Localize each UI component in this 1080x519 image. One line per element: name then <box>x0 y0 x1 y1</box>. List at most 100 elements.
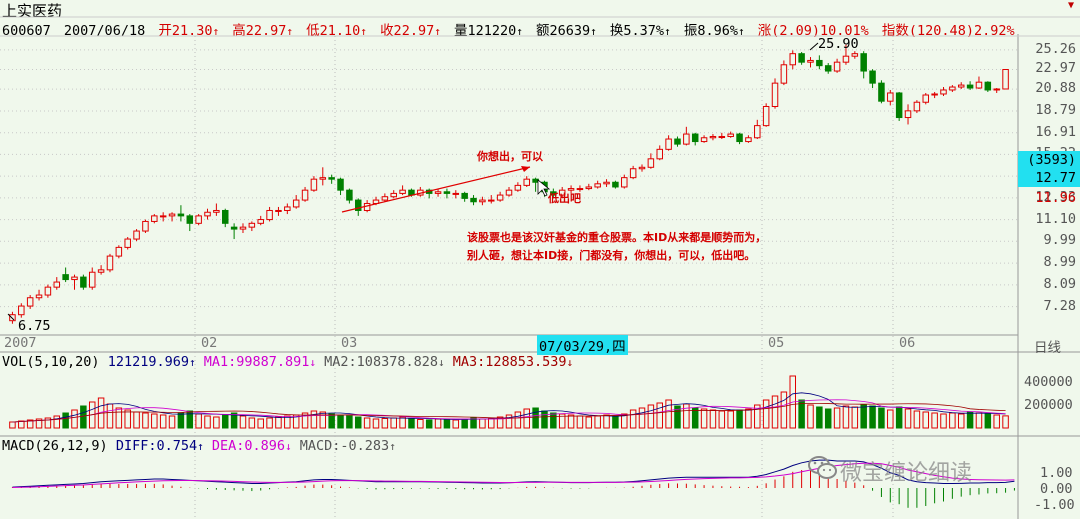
price-red-label: 11.96 <box>1035 190 1076 206</box>
volume-bar <box>106 403 114 429</box>
price-tick-label: 25.26 <box>1035 40 1076 57</box>
x-label-2007: 2007 <box>4 335 37 351</box>
candle-body <box>833 61 841 72</box>
candle-body <box>204 211 211 217</box>
candle-body <box>230 226 238 230</box>
candle-body <box>647 158 655 168</box>
volume-bar <box>248 417 256 429</box>
period-label[interactable]: 日线 <box>1034 336 1061 356</box>
current-price-box: (3593) 12.77 <box>1018 151 1080 187</box>
candle-body <box>523 178 530 186</box>
volume-ma1: MA1:99887.891 <box>203 354 310 370</box>
candle-body <box>727 133 734 138</box>
candle-body <box>346 189 353 201</box>
volume-bar <box>204 415 211 429</box>
volume-bar <box>328 413 335 429</box>
candle-body <box>301 189 309 201</box>
candle-body <box>665 138 672 150</box>
candle-body <box>35 294 43 299</box>
date-cursor: 07/03/29,四 <box>537 335 628 355</box>
high-label: 25.90 <box>818 36 859 52</box>
volume-header: VOL(5,10,20) 121219.969↑ MA1:99887.891↓ … <box>2 354 574 370</box>
volume-bar <box>363 417 371 429</box>
price-tick-label: 7.28 <box>1043 297 1076 314</box>
candle-body <box>638 166 646 170</box>
volume-bar <box>612 416 619 429</box>
volume-bar <box>9 421 16 429</box>
candle-body <box>133 230 140 240</box>
volume-bar <box>585 416 593 429</box>
volume-bar <box>346 415 353 429</box>
price-tick-label: 8.09 <box>1043 275 1076 292</box>
candle-body <box>97 269 105 273</box>
volume-bar <box>257 418 264 429</box>
candle-body <box>984 81 992 91</box>
volume-bar <box>833 407 841 429</box>
price-tick-label: 22.97 <box>1035 60 1076 77</box>
candle-body <box>789 53 797 66</box>
candle-body <box>931 93 938 96</box>
annotation-top: 你想出，可以 <box>477 150 543 163</box>
macd-axis-neg1: -1.00 <box>1034 497 1075 513</box>
candle-body <box>177 213 185 217</box>
volume-bar <box>842 405 850 429</box>
candle-body <box>585 186 593 190</box>
high-marker <box>809 42 819 51</box>
candle-body <box>895 92 903 119</box>
candle-body <box>142 220 149 232</box>
volume-bar <box>213 416 220 429</box>
volume-bar <box>452 419 460 429</box>
volume-bar <box>408 418 415 429</box>
candle-body <box>292 199 300 208</box>
candle-body <box>798 53 805 63</box>
price-tick-label: 18.79 <box>1035 101 1076 118</box>
volume-bar <box>355 416 362 429</box>
candle-body <box>399 189 406 194</box>
candle-body <box>966 84 974 89</box>
candle-body <box>26 297 34 307</box>
candle-body <box>328 177 335 180</box>
candle-body <box>824 65 832 72</box>
volume-bar <box>603 414 610 429</box>
candle-body <box>860 53 867 72</box>
price-tick-label: 16.91 <box>1035 123 1076 140</box>
candle-body <box>71 276 78 281</box>
candle-body <box>612 181 619 188</box>
volume-bar <box>984 413 992 429</box>
volume-bar <box>762 399 770 429</box>
annotation-low: 低出吧 <box>548 192 581 205</box>
candle-body <box>106 255 114 271</box>
x-label-05: 05 <box>768 335 785 351</box>
volume-bar <box>71 409 78 429</box>
candle-body <box>239 226 247 230</box>
volume-bar <box>887 409 894 429</box>
volume-bar <box>434 418 442 429</box>
candle-body <box>284 206 291 211</box>
volume-bar <box>115 407 123 429</box>
volume-bar <box>895 406 903 429</box>
candle-body <box>700 137 708 143</box>
volume-bar <box>62 412 69 429</box>
volume-bar <box>443 419 451 429</box>
price-tick-label: 8.99 <box>1043 254 1076 271</box>
volume-bar <box>53 415 61 429</box>
candle-body <box>514 184 522 191</box>
candle-body <box>168 213 176 217</box>
volume-bar <box>966 411 974 429</box>
candle-body <box>913 101 921 112</box>
candle-body <box>603 181 610 185</box>
annotation-middle: 该股票也是该汉奸基金的重仓股票。本ID从来都是顺势而为， 别人砸，想让本ID接，… <box>467 231 767 262</box>
macd-header: MACD(26,12,9) DIFF:0.754↑ DEA:0.896↓ MAC… <box>2 438 396 454</box>
x-label-03: 03 <box>341 335 358 351</box>
volume-bar <box>550 412 557 429</box>
volume-bar <box>993 414 1000 429</box>
volume-bar <box>594 415 601 429</box>
wechat-icon <box>808 455 838 485</box>
volume-value-label: 121219.969 <box>107 354 189 370</box>
candle-body <box>842 55 850 63</box>
candle-body <box>62 274 69 281</box>
macd-dea: DEA:0.896 <box>211 438 286 454</box>
candle-body <box>337 178 344 191</box>
volume-bar <box>151 413 158 429</box>
vol-axis-400000: 400000 <box>1024 374 1073 390</box>
